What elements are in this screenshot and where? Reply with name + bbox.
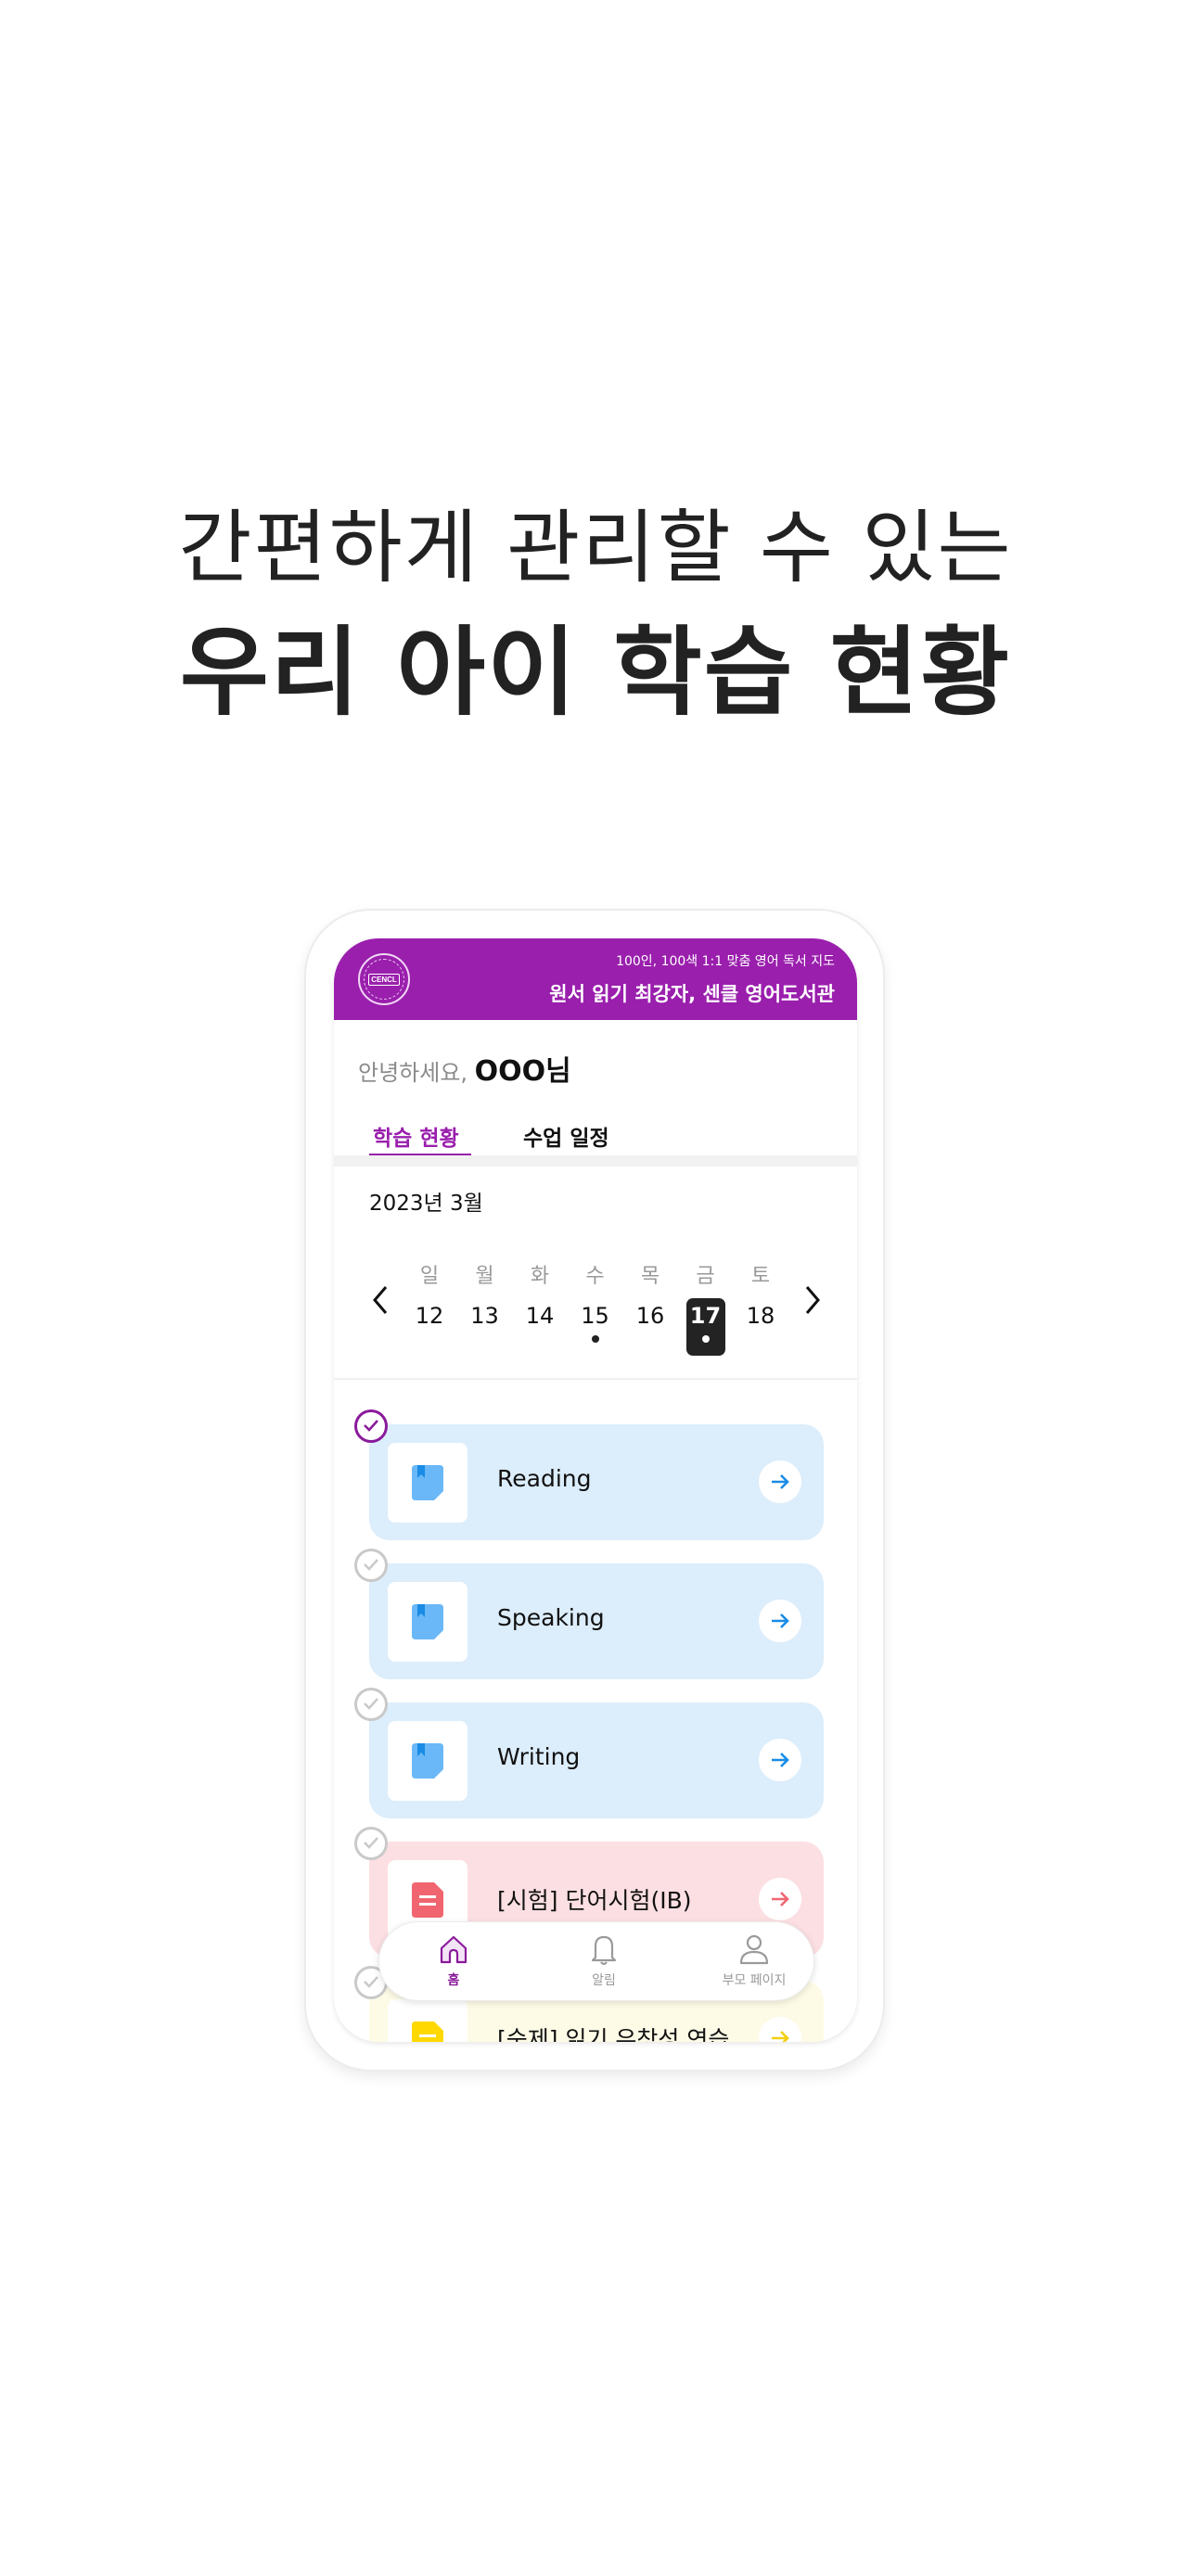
bell-icon: [591, 1935, 617, 1966]
arrow-right-icon: [772, 1753, 789, 1767]
weekday-label: 화: [530, 1265, 550, 1288]
bookmark-document-icon: [412, 1465, 443, 1500]
nav-label: 홈: [447, 1973, 460, 1988]
arrow-right-icon: [772, 2031, 789, 2042]
task-card[interactable]: Writing: [369, 1702, 824, 1818]
section-divider: [334, 1155, 857, 1167]
calendar-day[interactable]: 금 17: [685, 1261, 727, 1356]
task-icon-box: [388, 1582, 467, 1662]
app-header: CENCL 100인, 100색 1:1 맞춤 영어 독서 지도 원서 읽기 최…: [334, 938, 857, 1020]
weekday-label: 수: [585, 1265, 605, 1288]
nav-label: 부모 페이지: [722, 1973, 787, 1988]
nav-item-bell[interactable]: 알림: [539, 1928, 669, 1989]
calendar-day[interactable]: 토 18: [739, 1261, 782, 1343]
checkmark-icon: [364, 1976, 378, 1988]
day-number: 15: [581, 1303, 609, 1329]
user-icon: [739, 1934, 769, 1965]
homework-document-icon: [412, 2021, 443, 2042]
task-label: Reading: [497, 1465, 592, 1492]
app-screen: CENCL 100인, 100색 1:1 맞춤 영어 독서 지도 원서 읽기 최…: [334, 938, 857, 2042]
event-dot: [701, 1335, 710, 1343]
task-card[interactable]: Speaking: [369, 1563, 824, 1679]
calendar-day[interactable]: 화 14: [519, 1261, 561, 1343]
day-number: 13: [470, 1303, 499, 1329]
task-label: [숙제] 읽기 유창성 연습: [497, 2026, 730, 2042]
task-complete-checkbox[interactable]: [354, 1409, 388, 1443]
calendar-day[interactable]: 수 15: [574, 1261, 617, 1343]
task-open-button[interactable]: [759, 1600, 801, 1642]
calendar-month-label: 2023년 3월: [369, 1192, 483, 1216]
task-icon-box: [388, 1721, 467, 1801]
greeting: 안녕하세요, OOO님: [358, 1048, 571, 1089]
task-label: [시험] 단어시험(IB): [497, 1887, 692, 1914]
task-icon-box: [388, 1999, 467, 2042]
day-number: 18: [746, 1303, 775, 1329]
logo-emblem-icon: CENCL: [364, 959, 404, 1000]
headline-line-2: 우리 아이 학습 현황: [179, 616, 1012, 729]
cencl-logo: CENCL: [358, 953, 410, 1005]
task-card[interactable]: Reading: [369, 1424, 824, 1540]
task-open-button[interactable]: [759, 1739, 801, 1781]
task-complete-checkbox[interactable]: [354, 1827, 388, 1860]
test-document-icon: [412, 1882, 443, 1918]
tab-bar: 학습 현황 수업 일정: [334, 1113, 857, 1158]
calendar-day[interactable]: 일 12: [408, 1261, 451, 1343]
arrow-right-icon: [772, 1613, 789, 1628]
day-number: 16: [635, 1303, 665, 1329]
weekday-label: 월: [475, 1265, 494, 1288]
calendar-day[interactable]: 목 16: [629, 1261, 672, 1343]
tab-class-schedule[interactable]: 수업 일정: [518, 1120, 615, 1152]
home-icon: [440, 1935, 467, 1964]
nav-item-user[interactable]: 부모 페이지: [689, 1928, 819, 1989]
weekday-label: 목: [640, 1265, 660, 1288]
nav-item-home[interactable]: 홈: [389, 1928, 519, 1989]
bottom-navigation: 홈 알림 부모 페이지: [378, 1921, 814, 2001]
day-number: 12: [415, 1303, 444, 1329]
calendar-day[interactable]: 월 13: [464, 1261, 506, 1343]
tab-learning-status[interactable]: 학습 현황: [367, 1120, 465, 1152]
checkmark-icon: [364, 1698, 378, 1710]
calendar-next-button[interactable]: [800, 1282, 826, 1319]
headline-line-1: 간편하게 관리할 수 있는: [178, 502, 1013, 594]
arrow-right-icon: [772, 1892, 789, 1906]
task-icon-box: [388, 1443, 467, 1523]
event-dot: [591, 1335, 599, 1343]
bookmark-document-icon: [412, 1604, 443, 1639]
checkmark-icon: [364, 1420, 378, 1432]
task-open-button[interactable]: [759, 1460, 801, 1503]
logo-text: CENCL: [368, 973, 400, 986]
header-title: 원서 읽기 최강자, 센클 영어도서관: [549, 983, 835, 1005]
task-open-button[interactable]: [759, 1878, 801, 1920]
calendar-week: 일 12 월 13 화 14 수 15 목 16 금 17 토 18: [408, 1261, 787, 1372]
arrow-right-icon: [772, 1474, 789, 1489]
weekday-label: 일: [419, 1265, 440, 1288]
task-open-button[interactable]: [759, 2017, 801, 2042]
greeting-hello: 안녕하세요,: [358, 1060, 475, 1086]
task-label: Writing: [497, 1743, 581, 1770]
nav-label: 알림: [592, 1973, 616, 1988]
day-number: 17: [689, 1303, 722, 1329]
task-complete-checkbox[interactable]: [354, 1688, 388, 1721]
phone-frame: CENCL 100인, 100색 1:1 맞춤 영어 독서 지도 원서 읽기 최…: [304, 909, 885, 2072]
weekday-label: 금: [696, 1265, 715, 1288]
task-label: Speaking: [497, 1604, 605, 1631]
task-complete-checkbox[interactable]: [354, 1549, 388, 1582]
chevron-right-icon: [805, 1286, 820, 1314]
calendar-prev-button[interactable]: [367, 1282, 393, 1319]
checkmark-icon: [364, 1837, 378, 1849]
day-number: 14: [525, 1303, 555, 1329]
bookmark-document-icon: [412, 1743, 443, 1779]
weekday-label: 토: [750, 1265, 771, 1288]
chevron-left-icon: [373, 1286, 388, 1314]
header-subtitle: 100인, 100색 1:1 맞춤 영어 독서 지도: [616, 954, 835, 969]
checkmark-icon: [364, 1559, 378, 1571]
greeting-name: OOO님: [474, 1055, 571, 1088]
calendar-divider: [334, 1378, 857, 1380]
